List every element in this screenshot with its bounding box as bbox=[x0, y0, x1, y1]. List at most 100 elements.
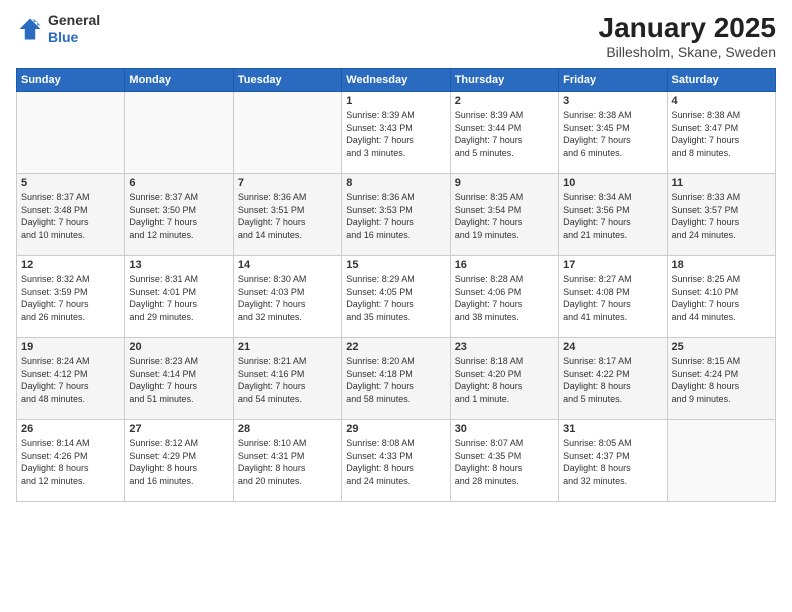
day-number: 19 bbox=[21, 341, 120, 353]
day-info: Sunrise: 8:20 AM Sunset: 4:18 PM Dayligh… bbox=[346, 355, 445, 405]
day-number: 14 bbox=[238, 259, 337, 271]
day-info: Sunrise: 8:37 AM Sunset: 3:50 PM Dayligh… bbox=[129, 191, 228, 241]
day-cell: 11 Sunrise: 8:33 AM Sunset: 3:57 PM Dayli… bbox=[667, 174, 775, 256]
day-info: Sunrise: 8:32 AM Sunset: 3:59 PM Dayligh… bbox=[21, 273, 120, 323]
day-cell bbox=[17, 92, 125, 174]
day-number: 20 bbox=[129, 341, 228, 353]
day-cell: 2Sunrise: 8:39 AM Sunset: 3:44 PM Daylig… bbox=[450, 92, 558, 174]
day-number: 17 bbox=[563, 259, 662, 271]
day-info: Sunrise: 8:35 AM Sunset: 3:54 PM Dayligh… bbox=[455, 191, 554, 241]
day-cell: 15Sunrise: 8:29 AM Sunset: 4:05 PM Dayli… bbox=[342, 256, 450, 338]
day-info: Sunrise: 8:23 AM Sunset: 4:14 PM Dayligh… bbox=[129, 355, 228, 405]
day-number: 26 bbox=[21, 423, 120, 435]
header-monday: Monday bbox=[125, 69, 233, 92]
day-cell: 10Sunrise: 8:34 AM Sunset: 3:56 PM Dayli… bbox=[559, 174, 667, 256]
calendar-title: January 2025 bbox=[599, 12, 776, 44]
logo-general: General bbox=[48, 12, 100, 28]
day-cell: 23Sunrise: 8:18 AM Sunset: 4:20 PM Dayli… bbox=[450, 338, 558, 420]
day-info: Sunrise: 8:25 AM Sunset: 4:10 PM Dayligh… bbox=[672, 273, 771, 323]
day-info: Sunrise: 8:31 AM Sunset: 4:01 PM Dayligh… bbox=[129, 273, 228, 323]
day-cell: 20 Sunrise: 8:23 AM Sunset: 4:14 PM Dayli… bbox=[125, 338, 233, 420]
logo-text: General Blue bbox=[48, 12, 100, 46]
day-info: Sunrise: 8:38 AM Sunset: 3:47 PM Dayligh… bbox=[672, 109, 771, 159]
day-info: Sunrise: 8:34 AM Sunset: 3:56 PM Dayligh… bbox=[563, 191, 662, 241]
header-saturday: Saturday bbox=[667, 69, 775, 92]
day-info: Sunrise: 8:33 AM Sunset: 3:57 PM Dayligh… bbox=[672, 191, 771, 241]
day-info: Sunrise: 8:28 AM Sunset: 4:06 PM Dayligh… bbox=[455, 273, 554, 323]
day-number: 31 bbox=[563, 423, 662, 435]
day-info: Sunrise: 8:05 AM Sunset: 4:37 PM Dayligh… bbox=[563, 437, 662, 487]
day-cell: 1 Sunrise: 8:39 AM Sunset: 3:43 PM Daylig… bbox=[342, 92, 450, 174]
header-sunday: Sunday bbox=[17, 69, 125, 92]
day-number: 3 bbox=[563, 95, 662, 107]
calendar-subtitle: Billesholm, Skane, Sweden bbox=[599, 44, 776, 60]
day-info: Sunrise: 8:39 AM Sunset: 3:44 PM Dayligh… bbox=[455, 109, 554, 159]
logo-blue: Blue bbox=[48, 29, 78, 45]
week-row-5: 26 Sunrise: 8:14 AM Sunset: 4:26 PM Dayli… bbox=[17, 420, 776, 502]
day-cell: 3 Sunrise: 8:38 AM Sunset: 3:45 PM Daylig… bbox=[559, 92, 667, 174]
logo: General Blue bbox=[16, 12, 100, 46]
day-cell bbox=[667, 420, 775, 502]
day-cell: 16 Sunrise: 8:28 AM Sunset: 4:06 PM Dayli… bbox=[450, 256, 558, 338]
day-info: Sunrise: 8:27 AM Sunset: 4:08 PM Dayligh… bbox=[563, 273, 662, 323]
day-info: Sunrise: 8:36 AM Sunset: 3:53 PM Dayligh… bbox=[346, 191, 445, 241]
day-cell: 18 Sunrise: 8:25 AM Sunset: 4:10 PM Dayli… bbox=[667, 256, 775, 338]
header-wednesday: Wednesday bbox=[342, 69, 450, 92]
week-row-1: 1 Sunrise: 8:39 AM Sunset: 3:43 PM Daylig… bbox=[17, 92, 776, 174]
day-info: Sunrise: 8:07 AM Sunset: 4:35 PM Dayligh… bbox=[455, 437, 554, 487]
day-info: Sunrise: 8:30 AM Sunset: 4:03 PM Dayligh… bbox=[238, 273, 337, 323]
day-cell: 4 Sunrise: 8:38 AM Sunset: 3:47 PM Daylig… bbox=[667, 92, 775, 174]
day-cell: 6Sunrise: 8:37 AM Sunset: 3:50 PM Daylig… bbox=[125, 174, 233, 256]
day-number: 29 bbox=[346, 423, 445, 435]
day-number: 1 bbox=[346, 95, 445, 107]
logo-icon bbox=[16, 15, 44, 43]
weekday-header-row: Sunday Monday Tuesday Wednesday Thursday… bbox=[17, 69, 776, 92]
day-cell bbox=[125, 92, 233, 174]
day-info: Sunrise: 8:12 AM Sunset: 4:29 PM Dayligh… bbox=[129, 437, 228, 487]
day-number: 25 bbox=[672, 341, 771, 353]
day-number: 24 bbox=[563, 341, 662, 353]
day-cell: 5 Sunrise: 8:37 AM Sunset: 3:48 PM Daylig… bbox=[17, 174, 125, 256]
day-number: 18 bbox=[672, 259, 771, 271]
header-tuesday: Tuesday bbox=[233, 69, 341, 92]
day-number: 8 bbox=[346, 177, 445, 189]
day-info: Sunrise: 8:15 AM Sunset: 4:24 PM Dayligh… bbox=[672, 355, 771, 405]
day-number: 16 bbox=[455, 259, 554, 271]
page: General Blue January 2025 Billesholm, Sk… bbox=[0, 0, 792, 612]
day-cell: 13Sunrise: 8:31 AM Sunset: 4:01 PM Dayli… bbox=[125, 256, 233, 338]
day-info: Sunrise: 8:24 AM Sunset: 4:12 PM Dayligh… bbox=[21, 355, 120, 405]
day-info: Sunrise: 8:17 AM Sunset: 4:22 PM Dayligh… bbox=[563, 355, 662, 405]
day-info: Sunrise: 8:36 AM Sunset: 3:51 PM Dayligh… bbox=[238, 191, 337, 241]
day-cell bbox=[233, 92, 341, 174]
header-friday: Friday bbox=[559, 69, 667, 92]
day-number: 5 bbox=[21, 177, 120, 189]
day-number: 23 bbox=[455, 341, 554, 353]
day-cell: 21 Sunrise: 8:21 AM Sunset: 4:16 PM Dayli… bbox=[233, 338, 341, 420]
day-info: Sunrise: 8:08 AM Sunset: 4:33 PM Dayligh… bbox=[346, 437, 445, 487]
day-number: 4 bbox=[672, 95, 771, 107]
day-cell: 29 Sunrise: 8:08 AM Sunset: 4:33 PM Dayli… bbox=[342, 420, 450, 502]
day-cell: 30 Sunrise: 8:07 AM Sunset: 4:35 PM Dayli… bbox=[450, 420, 558, 502]
day-cell: 9 Sunrise: 8:35 AM Sunset: 3:54 PM Daylig… bbox=[450, 174, 558, 256]
day-number: 30 bbox=[455, 423, 554, 435]
day-number: 22 bbox=[346, 341, 445, 353]
day-cell: 7 Sunrise: 8:36 AM Sunset: 3:51 PM Daylig… bbox=[233, 174, 341, 256]
day-info: Sunrise: 8:21 AM Sunset: 4:16 PM Dayligh… bbox=[238, 355, 337, 405]
day-info: Sunrise: 8:29 AM Sunset: 4:05 PM Dayligh… bbox=[346, 273, 445, 323]
day-cell: 22 Sunrise: 8:20 AM Sunset: 4:18 PM Dayli… bbox=[342, 338, 450, 420]
day-cell: 28Sunrise: 8:10 AM Sunset: 4:31 PM Dayli… bbox=[233, 420, 341, 502]
day-number: 11 bbox=[672, 177, 771, 189]
day-cell: 12Sunrise: 8:32 AM Sunset: 3:59 PM Dayli… bbox=[17, 256, 125, 338]
day-number: 21 bbox=[238, 341, 337, 353]
day-cell: 14 Sunrise: 8:30 AM Sunset: 4:03 PM Dayli… bbox=[233, 256, 341, 338]
day-info: Sunrise: 8:38 AM Sunset: 3:45 PM Dayligh… bbox=[563, 109, 662, 159]
day-number: 7 bbox=[238, 177, 337, 189]
day-info: Sunrise: 8:14 AM Sunset: 4:26 PM Dayligh… bbox=[21, 437, 120, 487]
day-info: Sunrise: 8:37 AM Sunset: 3:48 PM Dayligh… bbox=[21, 191, 120, 241]
day-number: 9 bbox=[455, 177, 554, 189]
day-number: 27 bbox=[129, 423, 228, 435]
day-info: Sunrise: 8:39 AM Sunset: 3:43 PM Dayligh… bbox=[346, 109, 445, 159]
day-cell: 8 Sunrise: 8:36 AM Sunset: 3:53 PM Daylig… bbox=[342, 174, 450, 256]
day-cell: 19 Sunrise: 8:24 AM Sunset: 4:12 PM Dayli… bbox=[17, 338, 125, 420]
title-block: January 2025 Billesholm, Skane, Sweden bbox=[599, 12, 776, 60]
